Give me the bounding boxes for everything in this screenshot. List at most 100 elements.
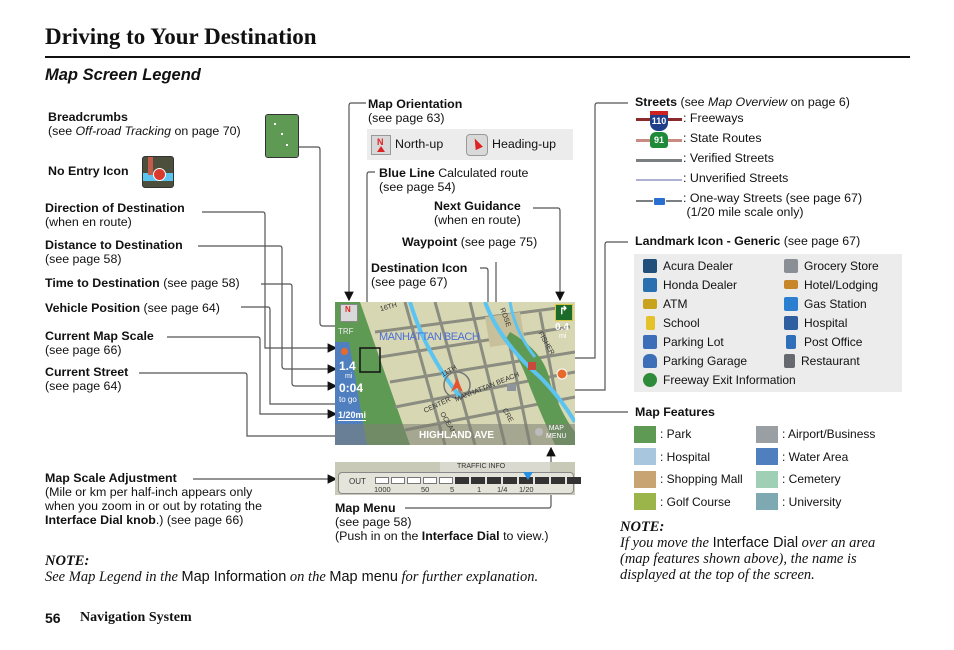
- map-feature-item: : Airport/Business: [756, 423, 875, 446]
- vehicle-position-label: Vehicle Position (see page 64): [45, 301, 220, 315]
- hotel-lodging-icon: [784, 280, 798, 289]
- landmark-item: Freeway Exit Information: [643, 370, 796, 389]
- freeway-exit-info-icon: [643, 372, 657, 387]
- time-unit: to go: [339, 395, 357, 404]
- hospital-swatch: [634, 448, 656, 466]
- current-map-scale[interactable]: 1/20mi: [338, 410, 367, 421]
- street-type-verified: : Verified Streets: [683, 151, 774, 165]
- note-right: NOTE: If you move the Interface Dial ove…: [620, 519, 876, 583]
- landmark-item: Post Office: [784, 332, 879, 351]
- landmark-item: Honda Dealer: [643, 275, 796, 294]
- direction-of-destination-icon: [339, 348, 349, 355]
- next-guidance-distance: 0.4: [555, 322, 569, 333]
- traffic-indicator[interactable]: TRF: [338, 327, 354, 336]
- time-value: 0:04: [339, 381, 364, 395]
- distance-unit: mi: [345, 373, 353, 380]
- no-entry-icon: [142, 156, 174, 188]
- gas-station-icon: [784, 296, 798, 311]
- current-map-scale-label: Current Map Scale (see page 66): [45, 329, 154, 357]
- map-menu-line2: MENU: [546, 433, 567, 440]
- interface-dial-icon: [535, 428, 543, 436]
- orientation-legend-box: N North-up Heading-up: [367, 129, 573, 160]
- direction-of-destination-label: Direction of Destination (when en route): [45, 201, 185, 229]
- footer-section: Navigation System: [80, 610, 192, 625]
- school-icon: [646, 315, 655, 330]
- map-feature-item: : University: [756, 491, 875, 514]
- parking-lot-icon: [643, 334, 657, 349]
- landmark-list-right: Grocery Store Hotel/Lodging Gas Station …: [784, 256, 879, 370]
- heading-up-icon: [466, 134, 488, 156]
- landmark-item: Grocery Store: [784, 256, 879, 275]
- honda-dealer-icon: [643, 277, 657, 292]
- map-north-up-button[interactable]: N: [340, 304, 358, 322]
- restaurant-icon: [784, 353, 795, 368]
- map-features-left: : Park : Hospital : Shopping Mall : Golf…: [634, 423, 743, 513]
- traffic-info-label: TRAFFIC INFO: [457, 463, 506, 470]
- map-area-name: MANHATTAN BEACH: [379, 331, 480, 343]
- blue-line-label: Blue Line Calculated route (see page 54): [379, 166, 529, 194]
- grocery-store-icon: [784, 258, 798, 273]
- current-street-label: Current Street (see page 64): [45, 365, 129, 393]
- zoom-out-label[interactable]: OUT: [349, 477, 366, 486]
- time-to-destination-label: Time to Destination (see page 58): [45, 276, 240, 290]
- title-rule: [45, 56, 910, 58]
- scale-segments: [375, 477, 581, 484]
- waypoint-label: Waypoint (see page 75): [402, 235, 538, 249]
- map-features-heading: Map Features: [635, 405, 715, 419]
- verified-street-line-icon: [636, 159, 682, 162]
- heading-up-label: Heading-up: [492, 137, 557, 151]
- streets-icons: 110 91: [636, 111, 682, 231]
- landmark-item: ATM: [643, 294, 796, 313]
- map-feature-item: : Cemetery: [756, 468, 875, 491]
- state-route-shield-icon: 91: [650, 132, 668, 148]
- shopping-mall-swatch: [634, 470, 656, 488]
- landmark-legend-box: Acura Dealer Honda Dealer ATM School Par…: [634, 254, 902, 392]
- north-up-label: North-up: [395, 137, 444, 151]
- map-scale-adjustment-label: Map Scale Adjustment (Mile or km per hal…: [45, 471, 262, 527]
- landmark-list-left: Acura Dealer Honda Dealer ATM School Par…: [643, 256, 796, 389]
- map-feature-item: : Golf Course: [634, 491, 743, 514]
- map-features-right: : Airport/Business : Water Area : Cemete…: [756, 423, 875, 513]
- post-office-icon: [786, 334, 796, 349]
- landmark-item: Gas Station: [784, 294, 879, 313]
- next-guidance-turn-icon: ↱: [555, 304, 573, 321]
- section-subtitle: Map Screen Legend: [45, 66, 201, 84]
- water-area-swatch: [756, 448, 778, 466]
- golf-course-swatch: [634, 493, 656, 511]
- hospital-icon: [784, 315, 798, 330]
- map-canvas: [335, 302, 575, 445]
- map-feature-item: : Shopping Mall: [634, 468, 743, 491]
- park-swatch: [634, 425, 656, 443]
- breadcrumbs-icon: [265, 114, 299, 158]
- next-guidance-label: Next Guidance (when en route): [434, 199, 521, 227]
- acura-dealer-icon: [643, 258, 657, 273]
- map-feature-item: : Park: [634, 423, 743, 446]
- scale-tick: 50: [421, 485, 430, 494]
- north-up-icon: N: [371, 135, 391, 155]
- map-feature-item: : Hospital: [634, 446, 743, 469]
- scale-selected-marker[interactable]: [523, 472, 533, 480]
- map-orientation-label: Map Orientation (see page 63): [368, 97, 463, 125]
- streets-heading: Streets (see Map Overview on page 6): [635, 95, 850, 109]
- no-entry-label: No Entry Icon: [48, 164, 129, 178]
- scale-tick: 1: [477, 485, 482, 494]
- landmark-item: Parking Lot: [643, 332, 796, 351]
- map-menu-line1: MAP: [548, 425, 564, 432]
- scale-tick: 1000: [374, 485, 391, 494]
- landmark-item: Parking Garage: [643, 351, 796, 370]
- landmark-item: Hospital: [784, 313, 879, 332]
- street-type-one-way: : One-way Streets (see page 67) (1/20 mi…: [683, 191, 863, 219]
- breadcrumbs-label: Breadcrumbs (see Off-road Tracking on pa…: [48, 110, 241, 138]
- cemetery-swatch: [756, 470, 778, 488]
- next-guidance-unit: mi: [559, 333, 567, 340]
- map-menu-button[interactable]: MAP MENU: [546, 425, 567, 441]
- map-scale-adjustment-bar[interactable]: TRAFFIC INFO OUT IN 1000 50 5 1 1/4 1/20: [335, 462, 581, 495]
- map-screen[interactable]: N TRF MANHATTAN BEACH 16TH 11TH FISHER C…: [335, 302, 575, 445]
- landmark-item: Hotel/Lodging: [784, 275, 879, 294]
- landmark-item: Restaurant: [784, 351, 879, 370]
- distance-to-destination-label: Distance to Destination (see page 58): [45, 238, 183, 266]
- scale-tick: 5: [450, 485, 455, 494]
- map-menu-label: Map Menu (see page 58) (Push in on the I…: [335, 501, 549, 543]
- distance-value: 1.4: [339, 359, 356, 373]
- current-street-name: HIGHLAND AVE: [419, 430, 494, 441]
